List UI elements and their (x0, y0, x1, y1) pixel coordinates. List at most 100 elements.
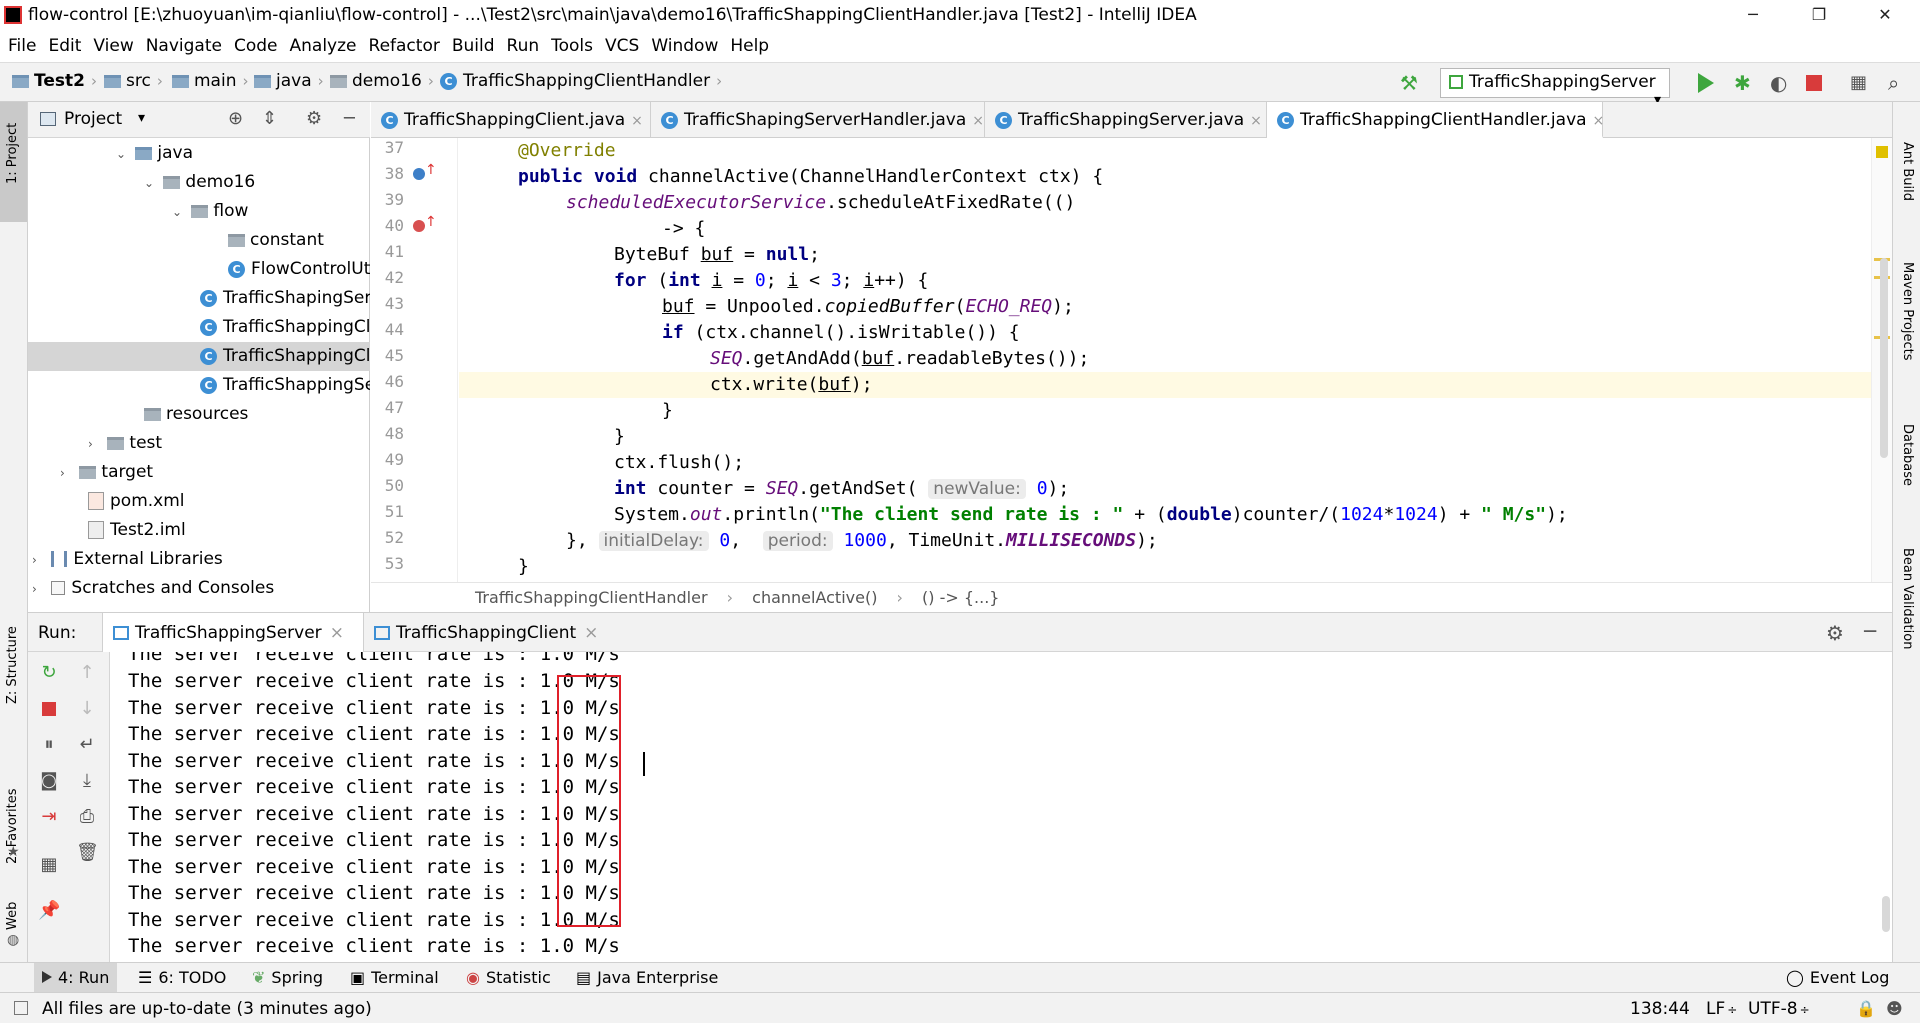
crumb-class[interactable]: TrafficShappingClientHandler (475, 588, 708, 607)
minimize-button[interactable]: ─ (1730, 2, 1776, 28)
close-tab-icon[interactable]: × (631, 113, 643, 129)
breadcrumb-main[interactable]: main › (172, 71, 254, 91)
gear-icon[interactable]: ⚙ (306, 108, 322, 129)
menu-run[interactable]: Run (507, 36, 540, 56)
camera-icon[interactable]: ◙ (38, 770, 60, 792)
menu-navigate[interactable]: Navigate (146, 36, 222, 56)
tool-tab-run[interactable]: 4: Run (34, 963, 118, 993)
tool-window-structure[interactable]: Z: Structure (5, 626, 20, 704)
maximize-button[interactable]: ❐ (1796, 2, 1842, 28)
tree-item-server-handler[interactable]: C TrafficShapingServ (28, 284, 370, 313)
tree-item-server[interactable]: C TrafficShappingSe (28, 371, 370, 400)
menu-build[interactable]: Build (452, 36, 495, 56)
tab-server-java[interactable]: C TrafficShappingServer.java × (985, 102, 1267, 138)
rerun-icon[interactable]: ↻ (38, 662, 60, 684)
layout-icon[interactable]: ▦ (38, 854, 60, 876)
tree-item-scratches[interactable]: › Scratches and Consoles (28, 574, 370, 603)
line-separator[interactable]: LF ÷ (1706, 999, 1737, 1019)
tree-item-flowcontrolutil[interactable]: C FlowControlUti (28, 255, 370, 284)
tree-item-client[interactable]: C TrafficShappingCli (28, 313, 370, 342)
print-icon[interactable]: ⎙ (76, 806, 98, 828)
exit-icon[interactable]: ⇥ (38, 806, 60, 828)
caret-position[interactable]: 138:44 (1630, 999, 1690, 1019)
close-tab-icon[interactable]: × (584, 623, 598, 643)
menu-edit[interactable]: Edit (48, 36, 81, 56)
inspector-icon[interactable]: ☻ (1886, 999, 1903, 1018)
tool-window-project[interactable]: 1: Project (5, 123, 20, 184)
coverage-icon[interactable]: ◐ (1770, 73, 1790, 93)
close-tab-icon[interactable]: × (1593, 113, 1605, 129)
menu-tools[interactable]: Tools (551, 36, 593, 56)
breadcrumb-class[interactable]: C TrafficShappingClientHandler › (440, 71, 728, 91)
tool-tab-todo[interactable]: ☰ 6: TODO (138, 963, 226, 993)
tree-item-constant[interactable]: constant (28, 226, 370, 255)
close-tab-icon[interactable]: × (972, 113, 984, 129)
tool-window-bean-validation[interactable]: Bean Validation (1900, 548, 1915, 649)
soft-wrap-icon[interactable]: ↵ (76, 734, 98, 756)
code-area[interactable]: @Override public void channelActive(Chan… (459, 138, 1871, 582)
gear-icon[interactable]: ⚙ (1826, 621, 1844, 645)
menu-vcs[interactable]: VCS (605, 36, 639, 56)
stop-icon[interactable] (1806, 75, 1822, 91)
tab-client-handler-java[interactable]: C TrafficShappingClientHandler.java × (1267, 102, 1605, 138)
pause-icon[interactable]: ⏸ (38, 734, 60, 756)
tab-server-handler-java[interactable]: C TrafficShapingServerHandler.java × (651, 102, 985, 138)
menu-refactor[interactable]: Refactor (369, 36, 440, 56)
close-tab-icon[interactable]: × (330, 623, 344, 643)
file-encoding[interactable]: UTF-8 ÷ (1748, 999, 1810, 1019)
scroll-to-end-icon[interactable]: ⤓ (76, 770, 98, 792)
breadcrumb-demo16[interactable]: demo16 › (330, 71, 440, 91)
run-tab-client[interactable]: TrafficShappingClient × (364, 613, 626, 653)
tree-item-test[interactable]: › test (28, 429, 370, 458)
hide-panel-icon[interactable]: ─ (344, 108, 355, 129)
project-structure-icon[interactable]: ▦ (1850, 73, 1870, 93)
tree-item-flow[interactable]: ⌄ flow (28, 197, 370, 226)
locate-icon[interactable]: ⊕ (228, 108, 243, 129)
override-method-icon[interactable] (413, 168, 425, 180)
tab-client-java[interactable]: C TrafficShappingClient.java × (371, 102, 651, 138)
console-output[interactable]: The server receive client rate is : 1.0 … (110, 652, 1892, 962)
run-tab-server[interactable]: TrafficShappingServer × (102, 613, 364, 653)
tool-window-ant-build[interactable]: Ant Build (1900, 142, 1915, 201)
breadcrumb-java[interactable]: java › (254, 71, 330, 91)
menu-view[interactable]: View (93, 36, 133, 56)
chevron-down-icon[interactable]: ▾ (138, 110, 145, 126)
lambda-override-icon[interactable] (413, 220, 425, 232)
breadcrumb-project[interactable]: Test2 › (12, 71, 103, 91)
lock-icon[interactable]: 🔒 (1856, 999, 1876, 1018)
arrow-down-icon[interactable]: ↓ (76, 698, 98, 720)
hide-panel-icon[interactable]: ─ (1864, 619, 1876, 643)
pin-icon[interactable]: 📌 (38, 900, 60, 922)
tree-item-external-libraries[interactable]: › External Libraries (28, 545, 370, 574)
crumb-method[interactable]: channelActive() (752, 588, 877, 607)
tool-tab-statistic[interactable]: ◉ Statistic (466, 963, 551, 993)
tree-item-iml[interactable]: Test2.iml (28, 516, 370, 545)
menu-code[interactable]: Code (234, 36, 278, 56)
close-button[interactable]: ✕ (1862, 2, 1908, 28)
menu-window[interactable]: Window (651, 36, 718, 56)
breadcrumb-src[interactable]: src › (104, 71, 169, 91)
run-configuration-select[interactable]: TrafficShappingServer ▾ (1440, 68, 1670, 108)
tool-tab-event-log[interactable]: ◯ Event Log (1786, 963, 1889, 993)
tree-item-resources[interactable]: resources (28, 400, 370, 429)
menu-analyze[interactable]: Analyze (290, 36, 357, 56)
build-hammer-icon[interactable]: ⚒ (1400, 73, 1420, 93)
console-scrollbar-thumb[interactable] (1882, 896, 1890, 932)
tool-tab-terminal[interactable]: ▣ Terminal (350, 963, 439, 993)
menu-help[interactable]: Help (730, 36, 769, 56)
search-icon[interactable]: ⌕ (1888, 73, 1908, 93)
scrollbar-thumb[interactable] (1880, 258, 1888, 458)
tool-window-database[interactable]: Database (1900, 424, 1915, 486)
arrow-up-icon[interactable]: ↑ (76, 662, 98, 684)
tool-tab-spring[interactable]: ❦ Spring (252, 963, 323, 993)
tree-item-demo16[interactable]: ⌄ demo16 (28, 168, 370, 197)
tree-item-client-handler[interactable]: C TrafficShappingCli (28, 342, 370, 371)
tool-window-maven[interactable]: Maven Projects (1900, 262, 1915, 361)
debug-icon[interactable]: ✱ (1734, 73, 1754, 93)
run-icon[interactable] (1698, 73, 1714, 93)
menu-file[interactable]: File (8, 36, 36, 56)
collapse-all-icon[interactable]: ⇕ (262, 108, 277, 129)
toggle-tool-windows-icon[interactable] (14, 1001, 28, 1015)
tree-item-target[interactable]: › target (28, 458, 370, 487)
close-tab-icon[interactable]: × (1250, 113, 1262, 129)
